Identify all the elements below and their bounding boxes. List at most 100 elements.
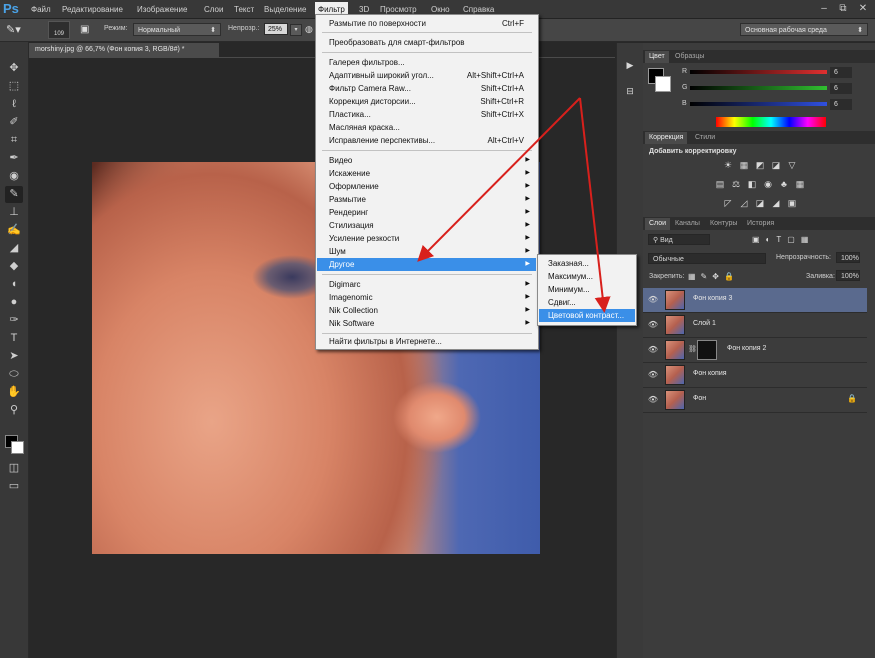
menu-item-filter-gallery[interactable]: Галерея фильтров... — [317, 56, 536, 69]
menu-item-blur[interactable]: Размытие ▶ — [317, 193, 536, 206]
tab-history[interactable]: История — [743, 218, 778, 230]
background-color-swatch[interactable] — [11, 441, 24, 454]
eye-icon[interactable]: 👁 — [647, 394, 659, 406]
layer-mask-thumbnail[interactable] — [697, 340, 717, 360]
invert-icon[interactable]: ◸ — [722, 198, 734, 209]
menu-item-sharpen[interactable]: Усиление резкости ▶ — [317, 232, 536, 245]
menu-item-surface-blur[interactable]: Размытие по поверхности Ctrl+F — [317, 17, 536, 30]
menu-item-offset[interactable]: Сдвиг... — [539, 296, 635, 309]
menu-item-render[interactable]: Рендеринг ▶ — [317, 206, 536, 219]
brightness-icon[interactable]: ☀ — [722, 160, 734, 171]
tab-color[interactable]: Цвет — [645, 51, 669, 63]
layer-row[interactable]: 👁 Фон 🔒 — [643, 388, 867, 413]
properties-icon[interactable]: ⊟ — [621, 83, 639, 99]
screen-mode-icon[interactable]: ▭ — [5, 478, 23, 495]
path-select-tool-icon[interactable]: ➤ — [5, 348, 23, 365]
menu-item-camera-raw[interactable]: Фильтр Camera Raw... Shift+Ctrl+A — [317, 82, 536, 95]
black-white-icon[interactable]: ◧ — [746, 179, 758, 190]
healing-tool-icon[interactable]: ◉ — [5, 168, 23, 185]
menu-item-nik-collection[interactable]: Nik Collection ▶ — [317, 304, 536, 317]
menu-item-video[interactable]: Видео ▶ — [317, 154, 536, 167]
menu-item-high-pass[interactable]: Цветовой контраст... — [539, 309, 635, 322]
menu-item-nik-software[interactable]: Nik Software ▶ — [317, 317, 536, 330]
eye-icon[interactable]: 👁 — [647, 294, 659, 306]
menu-item-imagenomic[interactable]: Imagenomic ▶ — [317, 291, 536, 304]
tab-styles[interactable]: Стили — [691, 132, 719, 144]
channel-b-slider[interactable] — [690, 102, 827, 106]
tab-layers[interactable]: Слои — [645, 218, 671, 230]
menu-file[interactable]: Файл — [28, 3, 54, 16]
dodge-tool-icon[interactable]: ● — [5, 294, 23, 311]
menu-item-minimum[interactable]: Минимум... — [539, 283, 635, 296]
menu-item-other[interactable]: Другое ▶ — [317, 258, 536, 271]
menu-item-noise[interactable]: Шум ▶ — [317, 245, 536, 258]
eye-icon[interactable]: 👁 — [647, 319, 659, 331]
tab-adjustments[interactable]: Коррекция — [645, 132, 688, 144]
eraser-tool-icon[interactable]: ◢ — [5, 240, 23, 257]
history-brush-tool-icon[interactable]: ✍ — [5, 222, 23, 239]
blur-tool-icon[interactable]: ◖ — [5, 276, 23, 293]
pen-tool-icon[interactable]: ✑ — [5, 312, 23, 329]
stamp-tool-icon[interactable]: ⊥ — [5, 204, 23, 221]
layer-filter-icons[interactable]: ▣◐T▢▦ — [752, 234, 832, 245]
layer-opacity-input[interactable]: 100% — [836, 252, 860, 263]
layer-row[interactable]: 👁 ⛓ Фон копия 2 — [643, 338, 867, 363]
gradient-map-icon[interactable]: ◢ — [770, 198, 782, 209]
hand-tool-icon[interactable]: ✋ — [5, 384, 23, 401]
layer-row[interactable]: 👁 Фон копия — [643, 363, 867, 388]
levels-icon[interactable]: ▦ — [738, 160, 750, 171]
menu-item-vanishing-point[interactable]: Исправление перспективы... Alt+Ctrl+V — [317, 134, 536, 147]
hue-saturation-icon[interactable]: ▤ — [714, 179, 726, 190]
workspace-select[interactable]: Основная рабочая среда ⬍ — [740, 23, 868, 36]
channel-g-slider[interactable] — [690, 86, 827, 90]
shape-tool-icon[interactable]: ⬭ — [5, 366, 23, 383]
move-tool-icon[interactable]: ✥ — [5, 60, 23, 77]
color-balance-icon[interactable]: ⚖ — [730, 179, 742, 190]
restore-button[interactable]: ⧉ — [834, 2, 852, 16]
menu-item-convert-smart-filters[interactable]: Преобразовать для смарт-фильтров — [317, 36, 536, 49]
color-spectrum-bar[interactable] — [716, 117, 826, 127]
channel-r-value[interactable]: 6 — [830, 67, 852, 78]
menu-item-stylize[interactable]: Стилизация ▶ — [317, 219, 536, 232]
menu-item-oil-paint[interactable]: Масляная краска... — [317, 121, 536, 134]
selective-color-icon[interactable]: ▣ — [786, 198, 798, 209]
brush-tool-icon[interactable]: ✎▾ — [6, 23, 30, 37]
menu-select[interactable]: Выделение — [261, 3, 309, 16]
lock-icons[interactable]: ▦✎✥🔒 — [688, 271, 748, 282]
menu-item-adaptive-wide-angle[interactable]: Адаптивный широкий угол... Alt+Shift+Ctrl… — [317, 69, 536, 82]
photo-filter-icon[interactable]: ◉ — [762, 179, 774, 190]
threshold-icon[interactable]: ◪ — [754, 198, 766, 209]
exposure-icon[interactable]: ◪ — [770, 160, 782, 171]
menu-text[interactable]: Текст — [231, 3, 257, 16]
brush-size-preset[interactable]: 109 — [48, 21, 70, 39]
play-actions-icon[interactable]: ▶ — [621, 57, 639, 73]
crop-tool-icon[interactable]: ⌗ — [5, 132, 23, 149]
eye-icon[interactable]: 👁 — [647, 344, 659, 356]
curves-icon[interactable]: ◩ — [754, 160, 766, 171]
menu-layers[interactable]: Слои — [201, 3, 226, 16]
tab-channels[interactable]: Каналы — [671, 218, 704, 230]
channel-mixer-icon[interactable]: ♣ — [778, 179, 790, 190]
tab-paths[interactable]: Контуры — [706, 218, 741, 230]
fill-input[interactable]: 100% — [836, 270, 860, 281]
menu-item-maximum[interactable]: Максимум... — [539, 270, 635, 283]
mode-select[interactable]: Нормальный ⬍ — [133, 23, 221, 36]
menu-item-distort[interactable]: Искажение ▶ — [317, 167, 536, 180]
vibrance-icon[interactable]: ▽ — [786, 160, 798, 171]
pressure-opacity-icon[interactable]: ◍ — [305, 23, 315, 36]
paint-bucket-tool-icon[interactable]: ◆ — [5, 258, 23, 275]
minimize-button[interactable]: – — [815, 2, 833, 16]
menu-item-digimarc[interactable]: Digimarc ▶ — [317, 278, 536, 291]
background-color-swatch[interactable] — [655, 76, 671, 92]
channel-g-value[interactable]: 6 — [830, 83, 852, 94]
document-tab[interactable]: morshiny.jpg @ 66,7% (Фон копия 3, RGB/8… — [29, 43, 219, 57]
opacity-input[interactable]: 25% — [264, 23, 288, 35]
opacity-slider-button[interactable]: ▾ — [290, 24, 302, 36]
color-lookup-icon[interactable]: ▦ — [794, 179, 806, 190]
channel-r-slider[interactable] — [690, 70, 827, 74]
menu-item-browse-filters-online[interactable]: Найти фильтры в Интернете... — [317, 335, 536, 348]
close-button[interactable]: ✕ — [854, 2, 872, 16]
lasso-tool-icon[interactable]: ℓ — [5, 96, 23, 113]
zoom-tool-icon[interactable]: ⚲ — [5, 402, 23, 419]
posterize-icon[interactable]: ◿ — [738, 198, 750, 209]
